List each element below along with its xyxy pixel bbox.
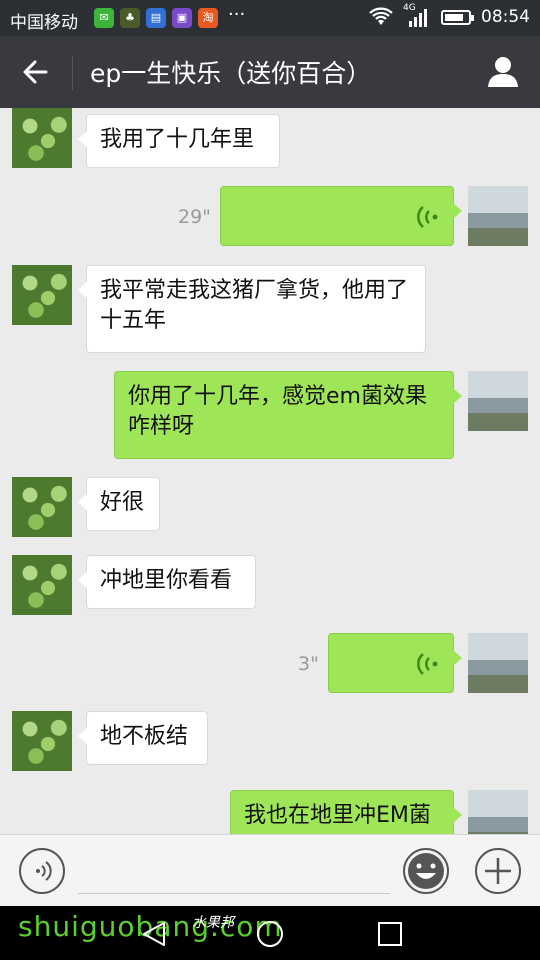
- contact-profile-icon[interactable]: [486, 54, 520, 88]
- my-avatar[interactable]: [468, 186, 528, 246]
- message-bubble-received[interactable]: 好很: [78, 477, 160, 531]
- my-avatar[interactable]: [468, 371, 528, 431]
- message-input[interactable]: [78, 893, 390, 894]
- back-arrow-icon[interactable]: [20, 56, 52, 88]
- signal-icon: 4G: [403, 3, 431, 27]
- header-divider: [72, 56, 73, 90]
- taobao-icon: 淘: [198, 8, 218, 28]
- voice-wave-icon: [417, 653, 438, 675]
- contact-avatar[interactable]: [12, 477, 72, 537]
- message-bubble-received[interactable]: 地不板结: [78, 711, 208, 765]
- message-bubble-sent[interactable]: 我也在地里冲EM菌: [230, 790, 462, 834]
- wifi-icon: [369, 7, 393, 25]
- input-bar: [0, 834, 540, 907]
- my-avatar[interactable]: [468, 633, 528, 693]
- chat-header: ep一生快乐（送你百合）: [0, 36, 540, 108]
- media-icon: ▣: [172, 8, 192, 28]
- message-list[interactable]: 我用了十几年里 29" 我平常走我这猪厂拿货，他用了十五年 你用了十几年，感觉e…: [0, 108, 540, 834]
- battery-icon: [441, 9, 474, 25]
- voice-mode-icon[interactable]: [18, 847, 66, 895]
- nav-home-icon[interactable]: [256, 920, 284, 948]
- voice-duration: 3": [298, 653, 319, 675]
- emoji-icon[interactable]: [402, 847, 450, 895]
- nav-recent-apps-icon[interactable]: [376, 920, 404, 948]
- contact-avatar[interactable]: [12, 555, 72, 615]
- system-nav-bar: shuiguobang.com 水果邦: [0, 906, 540, 960]
- wechat-icon: ✉: [94, 8, 114, 28]
- contact-avatar[interactable]: [12, 265, 72, 325]
- calendar-icon: ▤: [146, 8, 166, 28]
- message-bubble-sent[interactable]: 你用了十几年，感觉em菌效果咋样呀: [114, 371, 462, 459]
- watermark-chinese: 水果邦: [192, 915, 234, 931]
- more-notifications: ···: [228, 4, 246, 25]
- voice-message-bubble[interactable]: [328, 633, 462, 693]
- voice-duration: 29": [178, 206, 211, 228]
- carrier-name: 中国移动: [10, 13, 78, 33]
- game-icon: ♣: [120, 8, 140, 28]
- message-bubble-received[interactable]: 冲地里你看看: [78, 555, 256, 609]
- plus-icon[interactable]: [474, 847, 522, 895]
- nav-back-icon[interactable]: [140, 920, 168, 948]
- my-avatar[interactable]: [468, 790, 528, 834]
- contact-avatar[interactable]: [12, 711, 72, 771]
- network-type: 4G: [403, 3, 416, 13]
- status-bar: 中国移动 ✉ ♣ ▤ ▣ 淘 ··· 4G 08:54: [0, 0, 540, 36]
- voice-message-bubble[interactable]: [220, 186, 462, 246]
- message-bubble-received[interactable]: 我用了十几年里: [78, 114, 280, 168]
- voice-wave-icon: [417, 206, 438, 228]
- message-bubble-received[interactable]: 我平常走我这猪厂拿货，他用了十五年: [78, 265, 426, 353]
- contact-avatar[interactable]: [12, 108, 72, 168]
- clock: 08:54: [481, 7, 530, 27]
- chat-title: ep一生快乐（送你百合）: [90, 59, 372, 88]
- notification-icons: ✉ ♣ ▤ ▣ 淘: [94, 8, 218, 28]
